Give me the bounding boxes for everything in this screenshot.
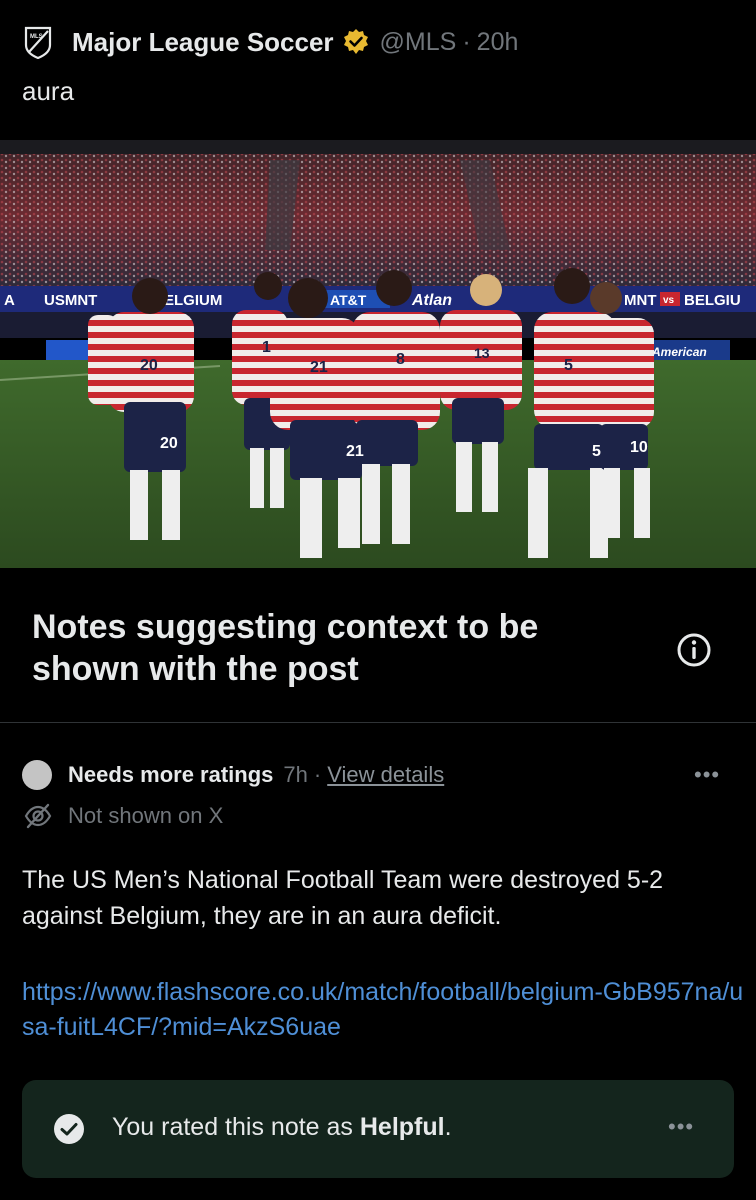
note-source-link[interactable]: https://www.flashscore.co.uk/match/footb… xyxy=(22,975,752,1045)
verified-badge-icon xyxy=(342,28,370,56)
post-header: MLS Major League Soccer @MLS · 20h xyxy=(20,24,518,60)
board-right-team1: MNT xyxy=(624,292,657,309)
board-sponsor1: AT&T xyxy=(330,292,367,308)
note-visibility-row: Not shown on X xyxy=(22,800,223,832)
more-dots-icon[interactable]: ••• xyxy=(668,1114,708,1140)
board-team2: ELGIUM xyxy=(164,292,222,309)
note-visibility-text: Not shown on X xyxy=(68,803,224,828)
board-vs: vs xyxy=(663,295,675,306)
post-text: aura xyxy=(22,76,75,106)
post-image[interactable]: A USMNT ELGIUM AT&T Atlan MNT vs BELGIU … xyxy=(0,140,756,568)
board-left: A xyxy=(4,292,15,309)
more-dots-icon[interactable]: ••• xyxy=(694,762,734,788)
note-age: 7h xyxy=(283,762,308,787)
author-handle[interactable]: @MLS xyxy=(380,28,457,57)
rating-prefix: You rated this note as xyxy=(112,1113,360,1141)
separator-dot: · xyxy=(313,762,322,787)
checkmark-icon xyxy=(52,1112,86,1146)
jersey-number: 5 xyxy=(592,443,601,460)
rating-suffix: . xyxy=(444,1113,452,1141)
rating-text: You rated this note as Helpful. xyxy=(112,1113,452,1142)
rating-value: Helpful xyxy=(359,1113,445,1141)
eye-off-icon xyxy=(22,800,54,832)
jersey-number: 10 xyxy=(630,439,648,456)
jersey-number: 13 xyxy=(474,345,490,361)
note-status-label: Needs more ratings xyxy=(68,762,274,787)
author-name[interactable]: Major League Soccer xyxy=(72,27,334,58)
board-team1: USMNT xyxy=(44,292,97,309)
board-sponsor3: American xyxy=(651,345,707,359)
mls-logo-icon[interactable]: MLS xyxy=(20,24,56,60)
board-right-team2: BELGIU xyxy=(684,292,741,309)
rating-banner: You rated this note as Helpful. ••• xyxy=(22,1080,734,1178)
note-status-row: Needs more ratings 7h · View details xyxy=(22,760,444,790)
board-sponsor2: Atlan xyxy=(411,292,452,309)
jersey-number: 5 xyxy=(564,357,573,374)
jersey-number: 21 xyxy=(310,359,328,376)
status-dot-icon xyxy=(22,760,52,790)
jersey-number: 20 xyxy=(160,435,178,452)
note-body: The US Men’s National Football Team were… xyxy=(22,866,664,930)
notes-section-title: Notes suggesting context to be shown wit… xyxy=(32,608,539,688)
info-icon[interactable] xyxy=(674,630,714,670)
jersey-number: 20 xyxy=(140,357,158,374)
jersey-number: 1 xyxy=(262,339,271,356)
section-divider xyxy=(0,722,756,723)
post-timestamp[interactable]: 20h xyxy=(477,28,519,57)
svg-text:MLS: MLS xyxy=(30,34,43,40)
jersey-number: 21 xyxy=(346,443,364,460)
view-details-link[interactable]: View details xyxy=(327,762,444,788)
jersey-number: 8 xyxy=(396,351,405,368)
separator-dot: · xyxy=(462,27,471,56)
